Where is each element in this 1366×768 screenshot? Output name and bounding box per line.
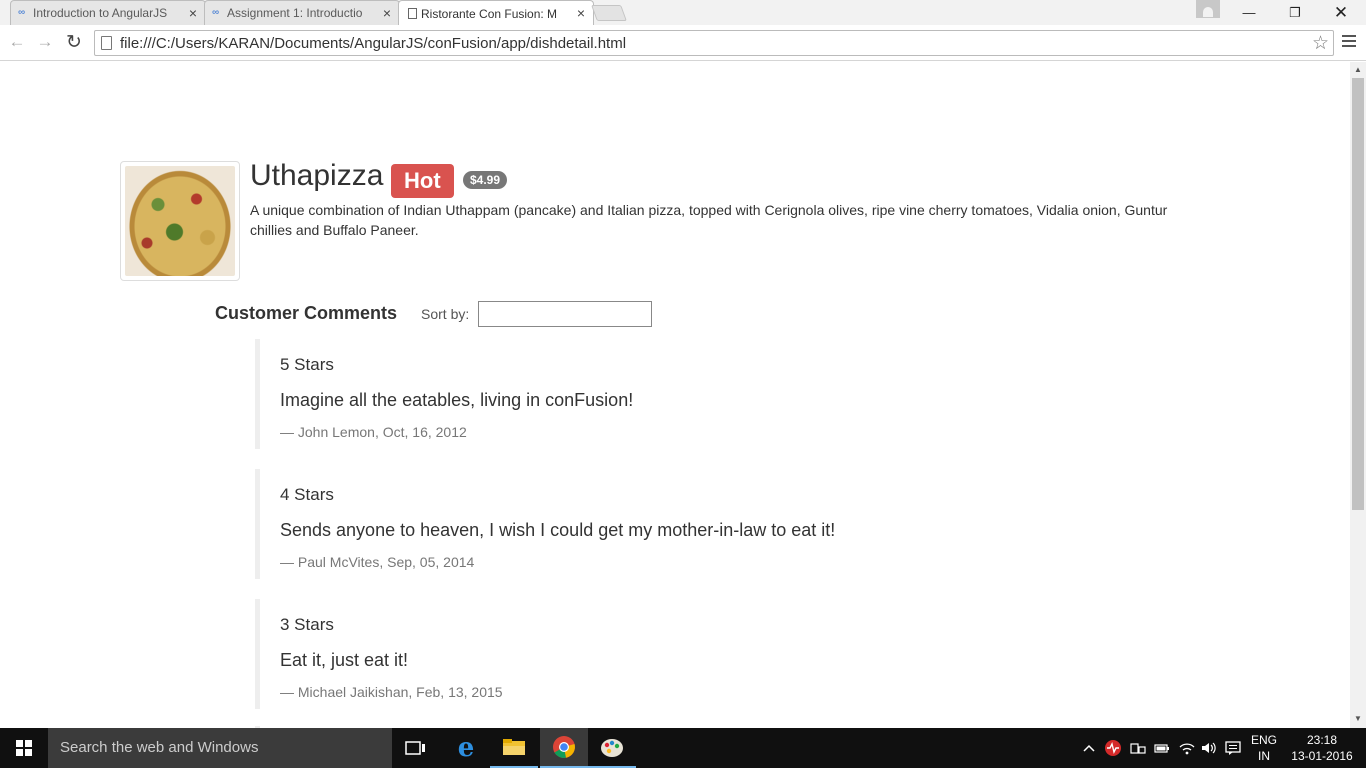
coursera-icon: ∞: [18, 7, 26, 18]
comment-text: Imagine all the eatables, living in conF…: [280, 390, 634, 410]
restore-button[interactable]: ❐: [1272, 0, 1318, 25]
task-view-icon[interactable]: [392, 728, 440, 768]
coursera-icon: ∞: [212, 7, 220, 18]
bookmark-star-icon[interactable]: ☆: [1312, 32, 1329, 55]
comment-rating: 3 Stars: [280, 615, 334, 634]
edge-browser-icon[interactable]: e: [442, 728, 490, 768]
windows-start-icon[interactable]: [0, 728, 48, 768]
windows-taskbar: Search the web and Windows e ENG IN 23:1…: [0, 728, 1366, 768]
forward-arrow-icon[interactable]: →: [34, 31, 56, 53]
minimize-button[interactable]: —: [1226, 0, 1272, 25]
browser-toolbar: ← → ↻ file:///C:/Users/KARAN/Documents/A…: [0, 25, 1366, 61]
close-window-button[interactable]: ✕: [1318, 0, 1364, 25]
show-hidden-icons-chevron-icon[interactable]: [1082, 728, 1096, 768]
input-language-indicator[interactable]: ENG IN: [1248, 732, 1280, 764]
comment-rating: 4 Stars: [280, 485, 334, 504]
region-code: IN: [1258, 749, 1270, 763]
scrollbar-thumb[interactable]: [1352, 78, 1364, 510]
page-icon: [408, 8, 417, 19]
chrome-icon[interactable]: [540, 728, 588, 768]
price-badge: $4.99: [463, 171, 508, 189]
comment-item: 3 Stars Eat it, just eat it! — Michael J…: [255, 599, 955, 709]
comment-text: Eat it, just eat it!: [280, 650, 409, 670]
scroll-up-arrow-icon[interactable]: ▲: [1350, 65, 1366, 74]
dish-label-badge: Hot: [391, 164, 454, 198]
comment-item: 5 Stars Imagine all the eatables, living…: [255, 339, 955, 449]
antivirus-tray-icon[interactable]: [1104, 728, 1122, 768]
address-bar[interactable]: file:///C:/Users/KARAN/Documents/Angular…: [94, 30, 1334, 56]
file-explorer-icon[interactable]: [490, 728, 538, 768]
tab-title: Assignment 1: Introduction: [227, 6, 363, 20]
page-scrollbar[interactable]: ▲ ▼: [1350, 62, 1366, 728]
tray-device-icon[interactable]: [1130, 728, 1146, 768]
comment-item: 4 Stars Sends anyone to heaven, I wish I…: [255, 469, 955, 579]
tab-close-icon[interactable]: ×: [189, 5, 197, 21]
comment-author-date: — Paul McVites, Sep, 05, 2014: [280, 554, 475, 570]
url-text[interactable]: file:///C:/Users/KARAN/Documents/Angular…: [120, 35, 626, 52]
comment-rating: 5 Stars: [280, 355, 334, 374]
back-arrow-icon[interactable]: ←: [6, 31, 28, 53]
wifi-icon[interactable]: [1178, 728, 1196, 768]
clock-time: 23:18: [1306, 733, 1338, 747]
tab-title: Introduction to AngularJS: [33, 6, 168, 20]
battery-icon[interactable]: [1154, 728, 1170, 768]
comment-author-date: — John Lemon, Oct, 16, 2012: [280, 424, 467, 440]
tab-close-icon[interactable]: ×: [577, 5, 585, 21]
tab-close-icon[interactable]: ×: [383, 5, 391, 21]
language-code: ENG: [1250, 733, 1277, 747]
dish-description: A unique combination of Indian Uthappam …: [250, 202, 1168, 238]
scroll-down-arrow-icon[interactable]: ▼: [1350, 714, 1366, 723]
taskbar-clock[interactable]: 23:18 13-01-2016: [1282, 732, 1362, 764]
comments-heading: Customer Comments: [215, 303, 398, 323]
pizza-image: [125, 166, 235, 276]
comment-text: Sends anyone to heaven, I wish I could g…: [280, 520, 836, 540]
sort-by-label: Sort by:: [421, 306, 470, 322]
tab-ristorante-con-fusion[interactable]: Ristorante Con Fusion: Me ×: [398, 0, 594, 26]
hamburger-menu-icon[interactable]: [1342, 35, 1356, 50]
tab-introduction-angularjs[interactable]: ∞ Introduction to AngularJS ×: [10, 0, 206, 25]
comment-author-date: — Michael Jaikishan, Feb, 13, 2015: [280, 684, 503, 700]
volume-icon[interactable]: [1200, 728, 1218, 768]
dish-thumbnail: [120, 161, 240, 281]
action-center-icon[interactable]: [1224, 728, 1242, 768]
sort-by-input[interactable]: [478, 301, 652, 327]
page-viewport: Uthapizza Hot $4.99 A unique combination…: [0, 62, 1350, 728]
reload-icon[interactable]: ↻: [63, 31, 85, 53]
new-tab-button[interactable]: [591, 5, 627, 21]
paint-icon[interactable]: [588, 728, 636, 768]
dish-name: Uthapizza: [250, 159, 384, 192]
tab-title: Ristorante Con Fusion: Me: [421, 6, 557, 21]
taskbar-search-box[interactable]: Search the web and Windows: [48, 728, 392, 768]
clock-date: 13-01-2016: [1291, 749, 1353, 763]
profile-icon[interactable]: [1196, 0, 1220, 18]
browser-titlebar: ∞ Introduction to AngularJS × ∞ Assignme…: [0, 0, 1366, 26]
page-icon: [101, 36, 112, 50]
tab-assignment-1[interactable]: ∞ Assignment 1: Introduction ×: [204, 0, 400, 25]
